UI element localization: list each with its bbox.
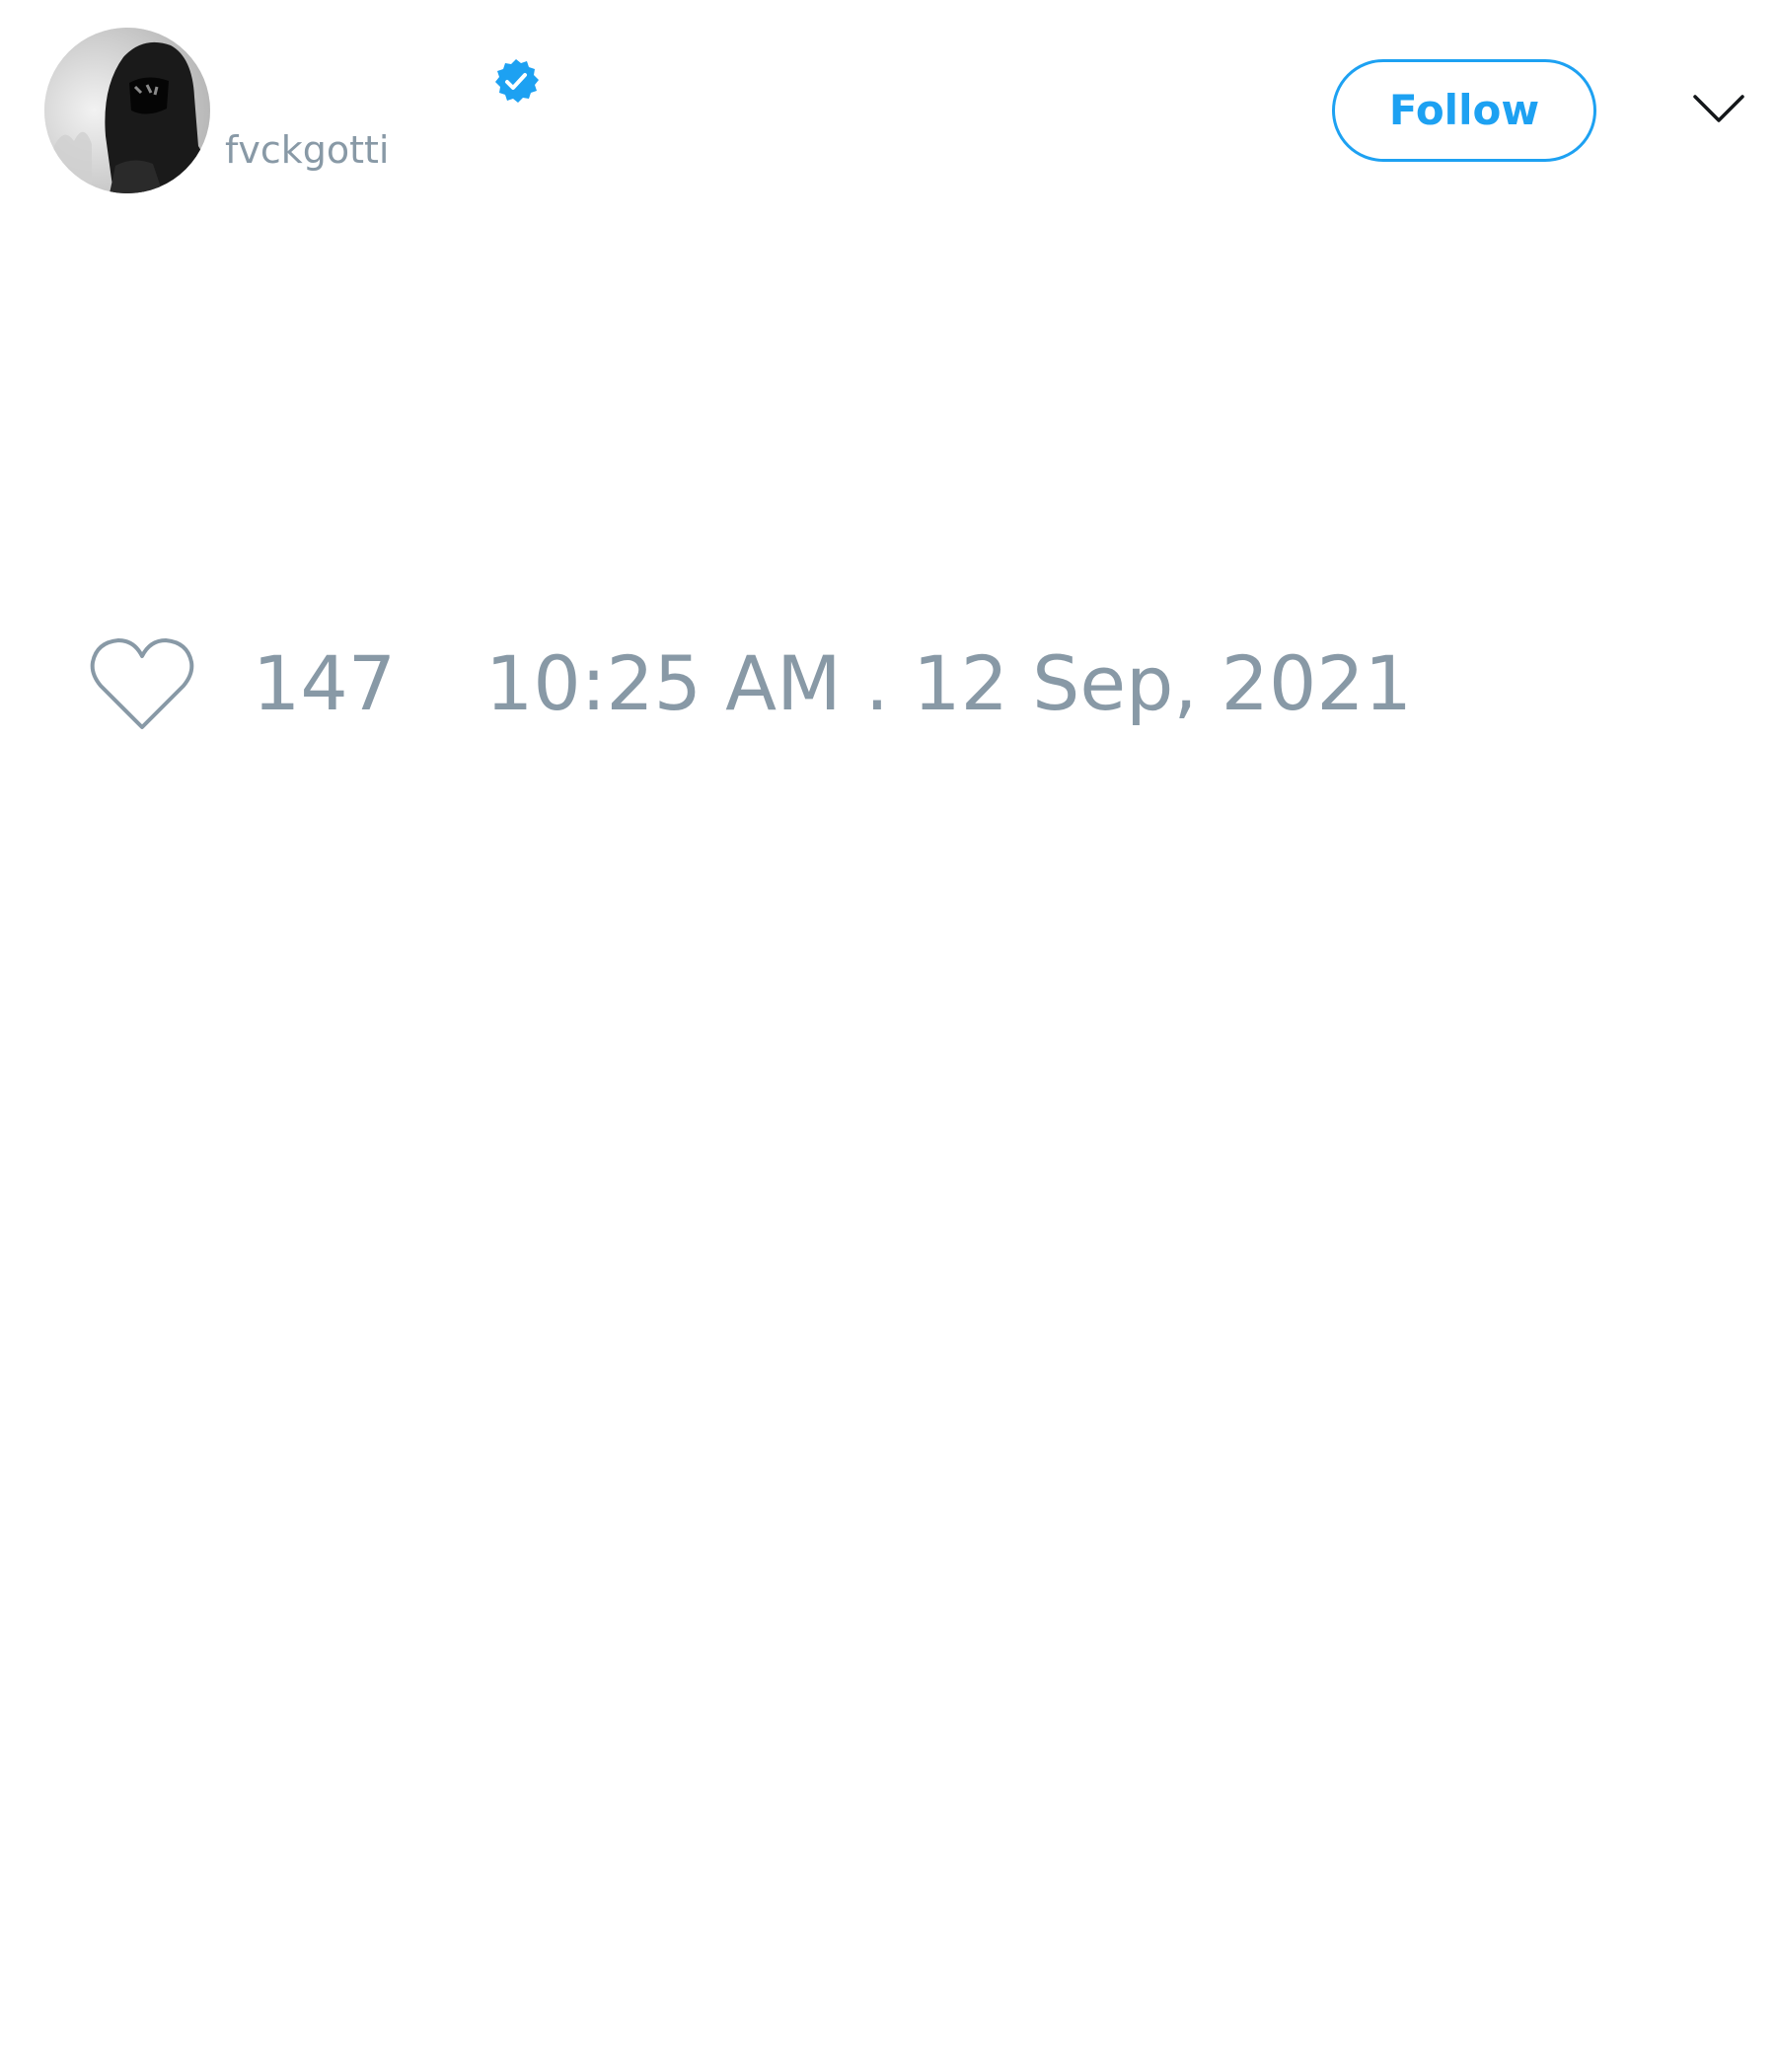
follow-button[interactable]: Follow xyxy=(1332,59,1596,162)
tweet-card: fvckgotti Follow 147 10:25 AM . 12 Sep, … xyxy=(0,0,1776,2072)
verified-badge-icon xyxy=(491,57,541,107)
like-count: 147 xyxy=(253,639,397,727)
timestamp[interactable]: 10:25 AM . 12 Sep, 2021 xyxy=(485,639,1412,728)
username[interactable]: fvckgotti xyxy=(225,128,390,172)
hooded-figure-avatar-icon xyxy=(44,28,210,193)
heart-icon[interactable] xyxy=(89,636,195,731)
avatar[interactable] xyxy=(44,28,210,193)
chevron-down-icon[interactable] xyxy=(1692,91,1745,126)
